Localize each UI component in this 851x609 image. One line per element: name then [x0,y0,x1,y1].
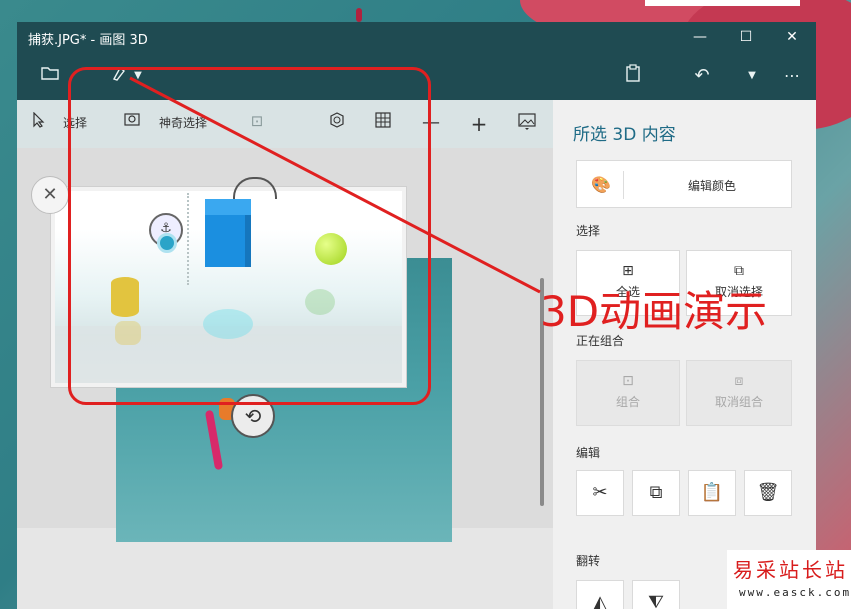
watermark-chinese: 易采站长站 [733,558,848,582]
watermark: 易采站长站 www.easck.com [727,550,851,609]
annotation-text: 3D动画演示 [540,287,768,336]
watermark-url: www.easck.com [739,586,851,599]
